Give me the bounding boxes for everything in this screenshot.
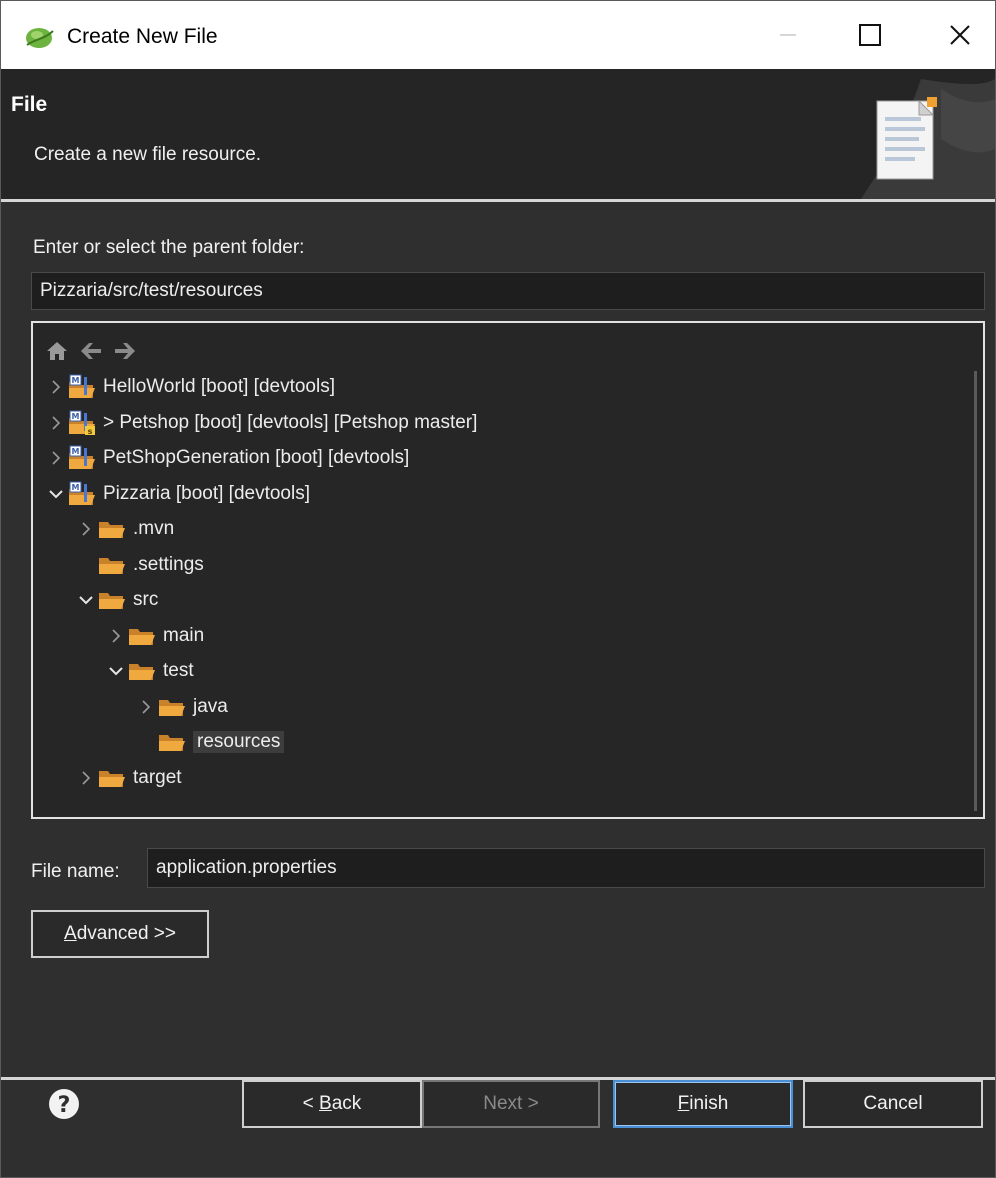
tree-item-label: > Petshop [boot] [devtools] [Petshop mas…	[103, 411, 478, 433]
chevron-right-icon[interactable]	[75, 518, 97, 540]
chevron-right-icon[interactable]	[105, 625, 127, 647]
tree-navigation	[43, 337, 139, 365]
back-prefix: <	[302, 1093, 320, 1114]
tree-item-label: PetShopGeneration [boot] [devtools]	[103, 447, 410, 468]
folder-icon	[97, 552, 127, 578]
tree-item[interactable]: java	[135, 691, 228, 723]
chevron-right-icon[interactable]	[45, 412, 67, 434]
chevron-right-icon[interactable]	[45, 376, 67, 398]
spring-boot-project-icon: M	[67, 445, 97, 471]
parent-folder-input[interactable]: Pizzaria/src/test/resources	[31, 272, 985, 310]
folder-tree[interactable]: M HelloWorld [boot] [devtools] Ms > Petshop…	[31, 321, 985, 819]
banner-separator	[1, 199, 995, 202]
banner-description: Create a new file resource.	[34, 144, 262, 165]
tree-item[interactable]: test	[105, 655, 194, 687]
tree-item-label: Pizzaria [boot] [devtools]	[103, 482, 310, 504]
tree-item-label: resources	[193, 731, 285, 753]
finish-mnemonic: F	[677, 1093, 690, 1114]
spring-boot-project-icon: M	[67, 481, 97, 507]
tree-item-label: .settings	[133, 553, 204, 575]
next-button[interactable]: Next >	[422, 1080, 600, 1128]
tree-item[interactable]: src	[75, 584, 158, 616]
folder-icon	[97, 516, 127, 542]
folder-icon	[127, 658, 157, 684]
minimize-icon	[780, 34, 796, 36]
tree-item[interactable]: .settings	[75, 549, 204, 581]
tree-item[interactable]: main	[105, 620, 204, 652]
svg-text:M: M	[72, 483, 80, 492]
back-arrow-icon[interactable]	[77, 337, 105, 365]
tree-item-label: HelloWorld [boot] [devtools]	[103, 376, 335, 397]
maximize-icon	[859, 24, 881, 46]
chevron-right-icon[interactable]	[45, 447, 67, 469]
folder-icon	[157, 694, 187, 720]
tree-item[interactable]: target	[75, 762, 182, 794]
advanced-mnemonic: A	[64, 923, 77, 944]
tree-item[interactable]: M Pizzaria [boot] [devtools]	[45, 478, 310, 510]
minimize-button[interactable]	[761, 11, 815, 59]
svg-text:M: M	[72, 412, 80, 421]
parent-folder-label: Enter or select the parent folder:	[33, 237, 305, 258]
tree-item-label: java	[193, 695, 228, 717]
window-title: Create New File	[67, 25, 218, 48]
finish-button[interactable]: Finish	[613, 1080, 793, 1128]
tree-item-label: .mvn	[133, 518, 175, 539]
folder-icon	[157, 729, 187, 755]
close-button[interactable]	[933, 11, 987, 59]
spring-tool-suite-app-icon	[26, 28, 54, 48]
svg-text:M: M	[72, 447, 80, 456]
finish-label: inish	[689, 1093, 729, 1114]
file-name-input[interactable]: application.properties	[147, 848, 985, 888]
back-mnemonic: B	[319, 1093, 332, 1114]
tree-item[interactable]: Ms > Petshop [boot] [devtools] [Petshop m…	[45, 407, 477, 439]
chevron-right-icon[interactable]	[75, 767, 97, 789]
advanced-button[interactable]: Advanced >>	[31, 910, 209, 958]
file-wizard-icon	[861, 79, 995, 199]
help-icon[interactable]: ?	[47, 1087, 81, 1121]
close-icon	[950, 25, 970, 45]
folder-icon	[97, 765, 127, 791]
svg-text:?: ?	[58, 1093, 71, 1118]
file-name-label: File name:	[31, 861, 120, 882]
chevron-down-icon[interactable]	[45, 483, 67, 505]
maximize-button[interactable]	[843, 11, 897, 59]
forward-arrow-icon[interactable]	[111, 337, 139, 365]
tree-item[interactable]: M PetShopGeneration [boot] [devtools]	[45, 442, 409, 474]
back-button[interactable]: < Back	[242, 1080, 422, 1128]
tree-item-label: target	[133, 766, 182, 788]
folder-icon	[127, 623, 157, 649]
banner-title: File	[11, 93, 48, 116]
home-icon[interactable]	[43, 337, 71, 365]
spring-boot-git-project-icon: Ms	[67, 410, 97, 436]
advanced-label: dvanced >>	[76, 923, 176, 944]
tree-item-label: src	[133, 589, 159, 610]
folder-icon	[97, 587, 127, 613]
create-new-file-dialog: Create New File File Create a new file r…	[0, 0, 996, 1178]
svg-text:M: M	[72, 376, 80, 385]
tree-item[interactable]: resources	[135, 726, 285, 758]
tree-item[interactable]: M HelloWorld [boot] [devtools]	[45, 371, 335, 403]
spring-boot-project-icon: M	[67, 374, 97, 400]
cancel-button[interactable]: Cancel	[803, 1080, 983, 1128]
chevron-down-icon[interactable]	[75, 589, 97, 611]
tree-scrollbar[interactable]	[974, 371, 977, 811]
chevron-right-icon[interactable]	[135, 696, 157, 718]
tree-item[interactable]: .mvn	[75, 513, 174, 545]
title-bar[interactable]: Create New File	[1, 1, 995, 69]
chevron-down-icon[interactable]	[105, 660, 127, 682]
svg-text:s: s	[88, 427, 93, 436]
back-label: ack	[331, 1093, 362, 1114]
tree-item-label: main	[163, 624, 205, 646]
wizard-banner	[1, 69, 995, 199]
tree-item-label: test	[163, 660, 194, 681]
